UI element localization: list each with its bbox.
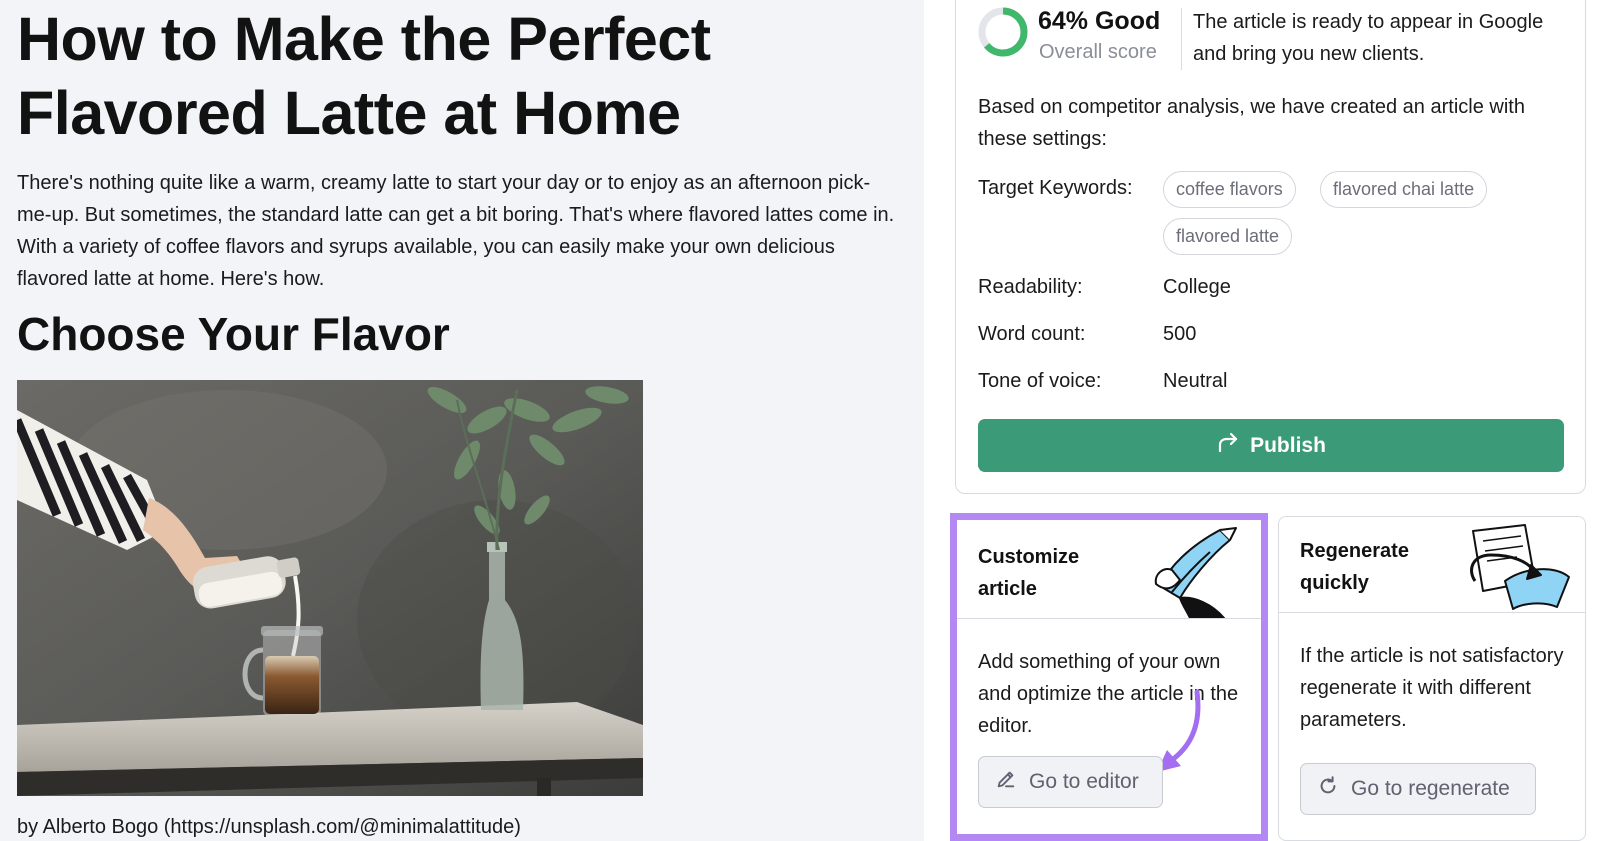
article-preview: How to Make the Perfect Flavored Latte a… (0, 0, 924, 841)
card-divider (957, 618, 1261, 619)
go-to-editor-label: Go to editor (1029, 770, 1139, 793)
score-label: Overall score (1039, 41, 1157, 63)
settings-intro: Based on competitor analysis, we have cr… (978, 96, 1525, 150)
keyword-chip[interactable]: coffee flavors (1163, 171, 1296, 208)
go-to-regenerate-label: Go to regenerate (1351, 777, 1510, 800)
latte-photo (17, 380, 643, 796)
score-message: The article is ready to appear in Google… (1193, 11, 1544, 65)
keyword-chip[interactable]: flavored latte (1163, 218, 1293, 255)
publish-label: Publish (1250, 433, 1326, 457)
card-divider (1279, 612, 1585, 613)
refresh-icon (1317, 775, 1339, 803)
go-to-regenerate-button[interactable]: Go to regenerate (1300, 763, 1536, 815)
article-title: How to Make the Perfect Flavored Latte a… (17, 5, 711, 147)
article-intro: There's nothing quite like a warm, cream… (17, 172, 895, 290)
tone-value: Neutral (1163, 370, 1228, 392)
regenerate-card: Regenerate quickly If the article is not… (1278, 516, 1586, 841)
score-gauge (977, 6, 1029, 58)
publish-button[interactable]: Publish (978, 419, 1564, 472)
regenerate-title: Regenerate quickly (1300, 540, 1409, 594)
score-headline: 64% Good (1038, 7, 1161, 35)
hand-illustration (1150, 526, 1240, 619)
tone-label: Tone of voice: (978, 370, 1102, 392)
readability-label: Readability: (978, 276, 1083, 298)
keywords-label: Target Keywords: (978, 177, 1133, 199)
document-illustration (1465, 521, 1575, 613)
share-arrow-icon (1216, 431, 1240, 461)
regenerate-description: If the article is not satisfactory regen… (1300, 645, 1564, 731)
wordcount-value: 500 (1163, 323, 1197, 345)
wordcount-label: Word count: (978, 323, 1086, 345)
customize-card: Customize article Add something of your … (950, 513, 1268, 841)
section-heading: Choose Your Flavor (17, 308, 450, 360)
readability-value: College (1163, 276, 1231, 298)
photo-credit: by Alberto Bogo (https://unsplash.com/@m… (17, 816, 521, 838)
pencil-icon (995, 768, 1017, 796)
customize-title: Customize article (978, 546, 1080, 600)
go-to-editor-button[interactable]: Go to editor (978, 756, 1163, 808)
keyword-chip[interactable]: flavored chai latte (1320, 171, 1488, 208)
divider (1181, 8, 1182, 70)
